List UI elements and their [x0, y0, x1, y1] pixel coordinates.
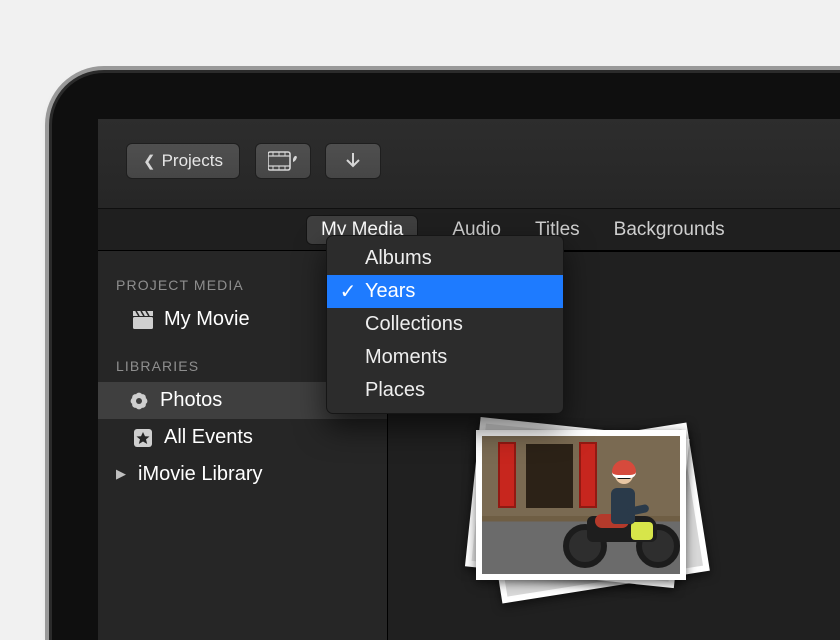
- chevron-left-icon: ❮: [143, 152, 156, 170]
- photos-icon: [128, 391, 150, 411]
- media-button[interactable]: [255, 143, 311, 179]
- sidebar-item-label: All Events: [164, 426, 253, 449]
- star-icon: [132, 429, 154, 447]
- back-label: Projects: [162, 151, 223, 171]
- sidebar-item-label: iMovie Library: [138, 463, 262, 486]
- menu-item-label: Years: [365, 280, 415, 303]
- download-icon: [343, 151, 363, 171]
- menu-item-moments[interactable]: ✓ Moments: [327, 341, 563, 374]
- import-button[interactable]: [325, 143, 381, 179]
- back-projects-button[interactable]: ❮ Projects: [126, 143, 240, 179]
- menu-item-albums[interactable]: ✓ Albums: [327, 242, 563, 275]
- sidebar-item-label: Photos: [160, 389, 222, 412]
- sidebar-item-imovie-library[interactable]: iMovie Library: [98, 456, 387, 493]
- sidebar-item-label: My Movie: [164, 308, 250, 331]
- sidebar-item-all-events[interactable]: All Events: [98, 419, 387, 456]
- menu-item-label: Albums: [365, 247, 432, 270]
- menu-item-years[interactable]: ✓ Years: [327, 275, 563, 308]
- toolbar: ❮ Projects: [98, 119, 840, 209]
- photo-preview: [482, 436, 680, 574]
- menu-item-label: Moments: [365, 346, 447, 369]
- menu-item-places[interactable]: ✓ Places: [327, 374, 563, 407]
- tab-backgrounds[interactable]: Backgrounds: [614, 219, 725, 241]
- clapperboard-icon: [132, 311, 154, 329]
- sort-dropdown-menu: ✓ Albums ✓ Years ✓ Collections ✓ Moments…: [326, 235, 564, 414]
- menu-item-label: Places: [365, 379, 425, 402]
- menu-item-collections[interactable]: ✓ Collections: [327, 308, 563, 341]
- menu-item-label: Collections: [365, 313, 463, 336]
- app-window: ❮ Projects: [98, 119, 840, 640]
- photo-stack-thumbnail[interactable]: [476, 430, 706, 600]
- disclosure-triangle-icon[interactable]: [116, 466, 126, 482]
- checkmark-icon: ✓: [339, 279, 357, 304]
